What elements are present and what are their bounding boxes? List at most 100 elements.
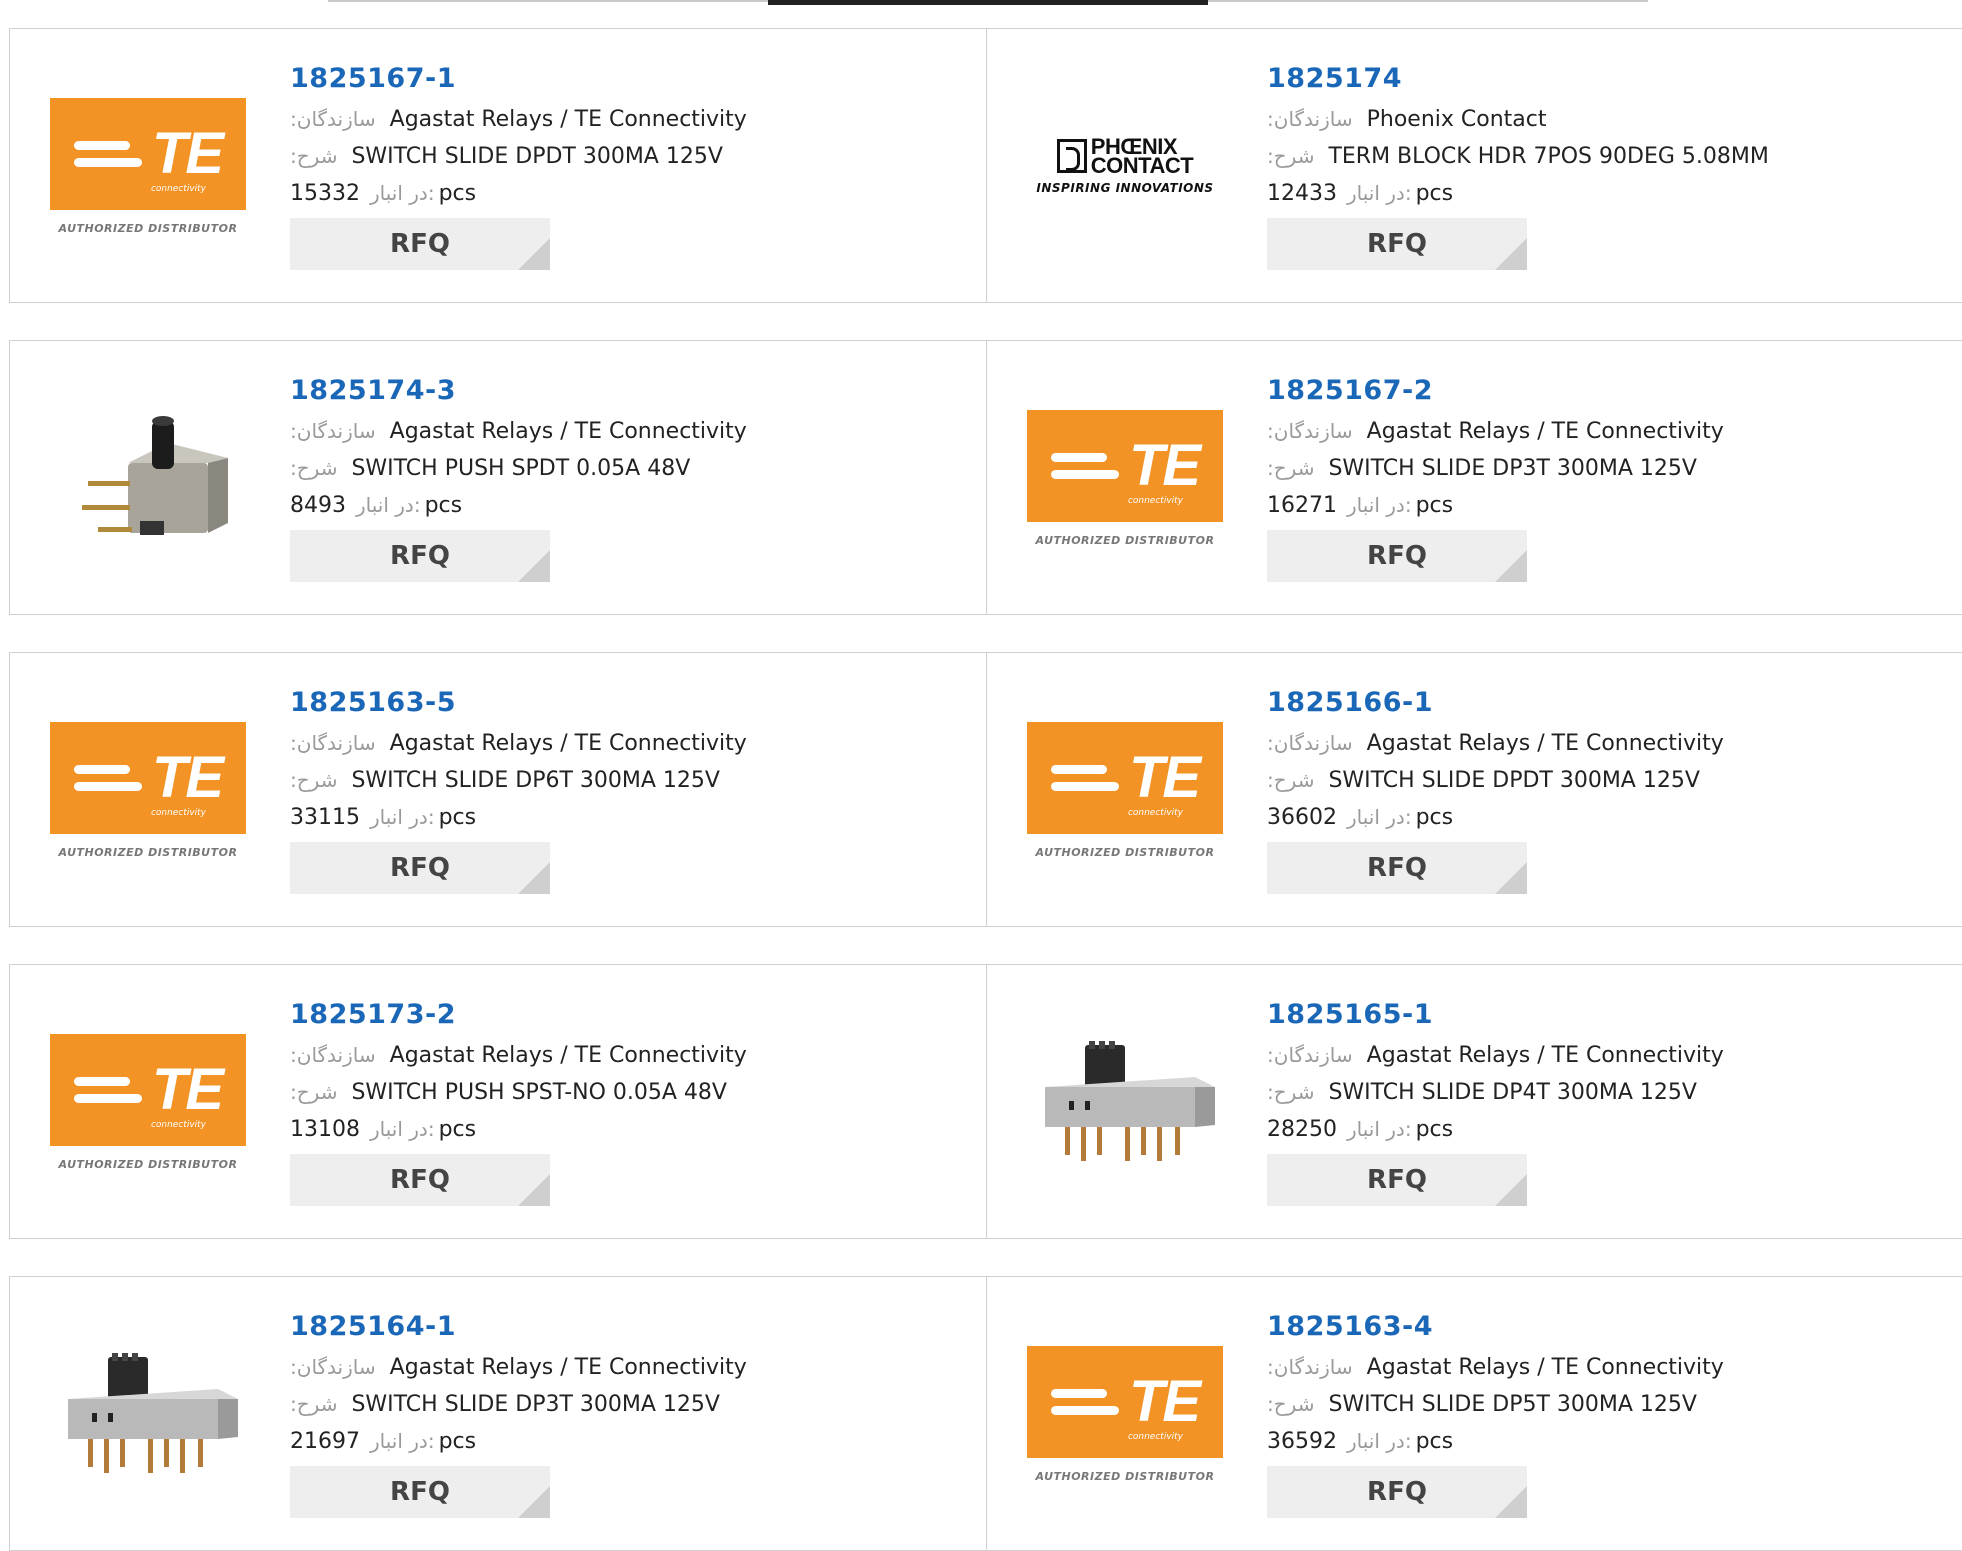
manufacturer-value[interactable]: Agastat Relays / TE Connectivity	[390, 419, 747, 444]
product-thumbnail[interactable]	[48, 1339, 248, 1489]
stock-unit: pcs	[1415, 1117, 1454, 1142]
description-label: :شرح	[290, 456, 338, 480]
product-thumbnail[interactable]: TE connectivity AUTHORIZED DISTRIBUTOR	[48, 1027, 248, 1177]
rfq-button[interactable]: RFQ	[290, 530, 550, 582]
manufacturer-value[interactable]: Agastat Relays / TE Connectivity	[390, 731, 747, 756]
description-value: SWITCH PUSH SPDT 0.05A 48V	[351, 456, 691, 481]
stock-unit: pcs	[438, 805, 477, 830]
stock-label: در انبار:	[370, 181, 435, 205]
manufacturer-value[interactable]: Agastat Relays / TE Connectivity	[390, 1043, 747, 1068]
description-value: TERM BLOCK HDR 7POS 90DEG 5.08MM	[1328, 144, 1769, 169]
manufacturer-label: :سازندگان	[1267, 419, 1353, 443]
manufacturer-label: :سازندگان	[1267, 1355, 1353, 1379]
product-card: 1825165-1 :سازندگان Agastat Relays / TE C…	[987, 964, 1962, 1239]
rfq-button[interactable]: RFQ	[290, 842, 550, 894]
stock-unit: pcs	[1415, 1429, 1454, 1454]
manufacturer-value[interactable]: Phoenix Contact	[1367, 107, 1547, 132]
stock-row: 36602 در انبار: pcs	[1267, 799, 1724, 836]
manufacturer-label: :سازندگان	[290, 1355, 376, 1379]
description-value: SWITCH SLIDE DPDT 300MA 125V	[1328, 768, 1700, 793]
product-thumbnail[interactable]	[1025, 1027, 1225, 1177]
product-grid: TE connectivity AUTHORIZED DISTRIBUTOR 1…	[9, 28, 1962, 1551]
stock-unit: pcs	[1415, 181, 1454, 206]
stock-unit: pcs	[1415, 493, 1454, 518]
description-label: :شرح	[1267, 1080, 1315, 1104]
product-thumbnail[interactable]: TE connectivity AUTHORIZED DISTRIBUTOR	[1025, 1339, 1225, 1489]
rfq-button[interactable]: RFQ	[1267, 842, 1527, 894]
manufacturer-row: :سازندگان Agastat Relays / TE Connectivit…	[290, 413, 747, 450]
stock-value: 13108	[290, 1117, 360, 1142]
part-number-link[interactable]: 1825164-1	[290, 1311, 747, 1349]
part-number-link[interactable]: 1825174-3	[290, 375, 747, 413]
stock-unit: pcs	[424, 493, 463, 518]
manufacturer-value[interactable]: Agastat Relays / TE Connectivity	[1367, 1355, 1724, 1380]
description-label: :شرح	[1267, 1392, 1315, 1416]
description-label: :شرح	[1267, 768, 1315, 792]
active-tab-indicator	[768, 0, 1208, 5]
part-number-link[interactable]: 1825174	[1267, 63, 1769, 101]
part-number-link[interactable]: 1825167-2	[1267, 375, 1724, 413]
product-card: TE connectivity AUTHORIZED DISTRIBUTOR 1…	[987, 340, 1962, 615]
stock-row: 16271 در انبار: pcs	[1267, 487, 1724, 524]
push-switch-photo	[82, 416, 228, 535]
manufacturer-value[interactable]: Agastat Relays / TE Connectivity	[1367, 1043, 1724, 1068]
part-number-link[interactable]: 1825173-2	[290, 999, 747, 1037]
stock-row: 28250 در انبار: pcs	[1267, 1111, 1724, 1148]
description-value: SWITCH SLIDE DP3T 300MA 125V	[1328, 456, 1697, 481]
product-thumbnail[interactable]: TE connectivity AUTHORIZED DISTRIBUTOR	[1025, 403, 1225, 553]
description-row: :شرح SWITCH SLIDE DP3T 300MA 125V	[1267, 450, 1724, 487]
stock-label: در انبار:	[356, 493, 421, 517]
product-thumbnail[interactable]: TE connectivity AUTHORIZED DISTRIBUTOR	[48, 715, 248, 865]
te-connectivity-logo: TE connectivity AUTHORIZED DISTRIBUTOR	[1025, 721, 1225, 859]
stock-label: در انبار:	[1347, 805, 1412, 829]
description-row: :شرح SWITCH SLIDE DPDT 300MA 125V	[1267, 762, 1724, 799]
manufacturer-value[interactable]: Agastat Relays / TE Connectivity	[390, 1355, 747, 1380]
product-card: TE connectivity AUTHORIZED DISTRIBUTOR 1…	[9, 652, 987, 927]
manufacturer-value[interactable]: Agastat Relays / TE Connectivity	[1367, 419, 1724, 444]
rfq-button[interactable]: RFQ	[290, 218, 550, 270]
te-connectivity-logo: TE connectivity AUTHORIZED DISTRIBUTOR	[48, 1033, 248, 1171]
part-number-link[interactable]: 1825166-1	[1267, 687, 1724, 725]
description-row: :شرح SWITCH SLIDE DP3T 300MA 125V	[290, 1386, 747, 1423]
manufacturer-row: :سازندگان Agastat Relays / TE Connectivit…	[1267, 1037, 1724, 1074]
stock-row: 36592 در انبار: pcs	[1267, 1423, 1724, 1460]
description-value: SWITCH PUSH SPST-NO 0.05A 48V	[351, 1080, 727, 1105]
te-connectivity-logo: TE connectivity AUTHORIZED DISTRIBUTOR	[1025, 1345, 1225, 1483]
manufacturer-row: :سازندگان Phoenix Contact	[1267, 101, 1769, 138]
manufacturer-value[interactable]: Agastat Relays / TE Connectivity	[390, 107, 747, 132]
slide-switch-photo	[68, 1353, 238, 1473]
manufacturer-row: :سازندگان Agastat Relays / TE Connectivit…	[1267, 725, 1724, 762]
description-value: SWITCH SLIDE DP6T 300MA 125V	[351, 768, 720, 793]
stock-label: در انبار:	[370, 1429, 435, 1453]
slide-switch-photo	[1045, 1041, 1215, 1161]
rfq-button[interactable]: RFQ	[1267, 218, 1527, 270]
stock-value: 16271	[1267, 493, 1337, 518]
part-number-link[interactable]: 1825165-1	[1267, 999, 1724, 1037]
stock-unit: pcs	[438, 1429, 477, 1454]
description-label: :شرح	[290, 144, 338, 168]
stock-value: 33115	[290, 805, 360, 830]
product-thumbnail[interactable]: TE connectivity AUTHORIZED DISTRIBUTOR	[1025, 715, 1225, 865]
product-thumbnail[interactable]: PHŒNIX CONTACT INSPIRING INNOVATIONS	[1025, 91, 1225, 241]
stock-value: 21697	[290, 1429, 360, 1454]
description-row: :شرح SWITCH PUSH SPST-NO 0.05A 48V	[290, 1074, 747, 1111]
rfq-button[interactable]: RFQ	[1267, 1154, 1527, 1206]
description-value: SWITCH SLIDE DP3T 300MA 125V	[351, 1392, 720, 1417]
stock-row: 13108 در انبار: pcs	[290, 1111, 747, 1148]
part-number-link[interactable]: 1825163-5	[290, 687, 747, 725]
rfq-button[interactable]: RFQ	[1267, 530, 1527, 582]
rfq-button[interactable]: RFQ	[1267, 1466, 1527, 1518]
part-number-link[interactable]: 1825163-4	[1267, 1311, 1724, 1349]
manufacturer-label: :سازندگان	[1267, 107, 1353, 131]
stock-value: 12433	[1267, 181, 1337, 206]
rfq-button[interactable]: RFQ	[290, 1466, 550, 1518]
product-card: TE connectivity AUTHORIZED DISTRIBUTOR 1…	[987, 652, 1962, 927]
product-thumbnail[interactable]: TE connectivity AUTHORIZED DISTRIBUTOR	[48, 91, 248, 241]
part-number-link[interactable]: 1825167-1	[290, 63, 747, 101]
manufacturer-row: :سازندگان Agastat Relays / TE Connectivit…	[290, 101, 747, 138]
rfq-button[interactable]: RFQ	[290, 1154, 550, 1206]
manufacturer-value[interactable]: Agastat Relays / TE Connectivity	[1367, 731, 1724, 756]
stock-unit: pcs	[438, 1117, 477, 1142]
stock-row: 21697 در انبار: pcs	[290, 1423, 747, 1460]
product-thumbnail[interactable]	[48, 403, 248, 553]
